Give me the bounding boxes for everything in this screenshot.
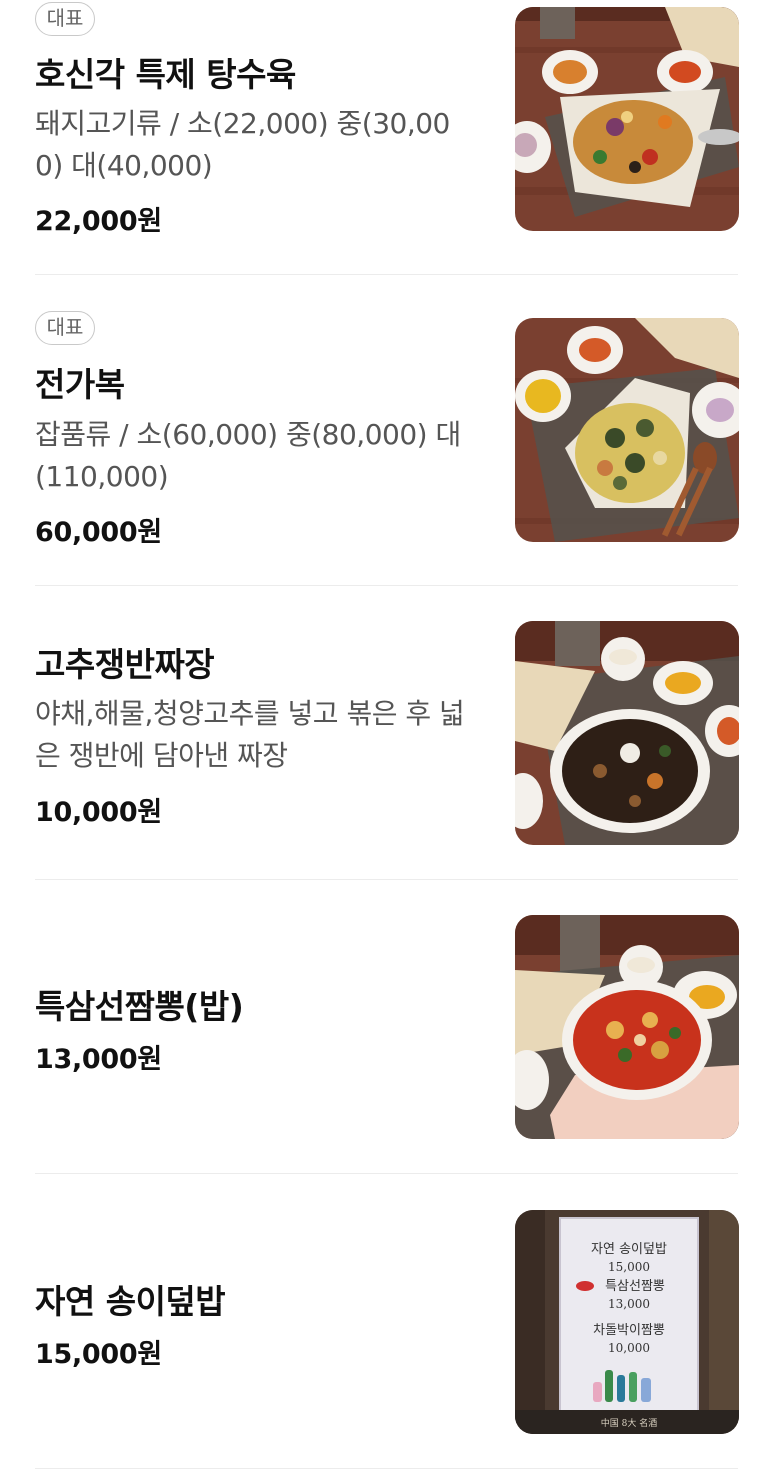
card-line-2: 특삼선짬뽕	[605, 1279, 665, 1294]
menu-item-description: 잡품류 / 소(60,000) 중(80,000) 대 (110,000)	[35, 414, 485, 498]
menu-item[interactable]: 특삼선짬뽕(밥) 13,000원	[0, 895, 773, 1175]
menu-card-photo[interactable]: 자연 송이덮밥 15,000 특삼선짬뽕 13,000 차돌박이짬뽕 10,00…	[515, 1210, 739, 1434]
jjamppong-photo[interactable]	[515, 915, 739, 1139]
menu-item-name: 특삼선짬뽕(밥)	[35, 987, 244, 1026]
card-line-3-price: 10,000	[608, 1341, 650, 1355]
signature-badge: 대표	[35, 311, 95, 345]
description-line: 0) 대(40,000)	[35, 149, 213, 182]
menu-item[interactable]: 대표 전가복 잡품류 / 소(60,000) 중(80,000) 대 (110,…	[0, 290, 773, 586]
description-line: 야채,해물,청양고추를 넣고 볶은 후 넓	[35, 697, 465, 730]
sweet-and-sour-pork-photo[interactable]	[515, 7, 739, 231]
menu-item-price: 22,000원	[35, 206, 162, 237]
description-line: (110,000)	[35, 460, 169, 493]
signature-badge: 대표	[35, 2, 95, 36]
jjajang-photo[interactable]	[515, 621, 739, 845]
menu-item-name: 호신각 특제 탕수육	[35, 55, 296, 94]
menu-item-description: 돼지고기류 / 소(22,000) 중(30,00 0) 대(40,000)	[35, 103, 485, 187]
menu-item-name: 자연 송이덮밥	[35, 1282, 226, 1321]
jeongabok-photo[interactable]	[515, 318, 739, 542]
card-footer: 中国 8大 名酒	[601, 1417, 657, 1429]
menu-item-price: 15,000원	[35, 1339, 162, 1370]
divider	[35, 879, 738, 880]
description-line: 은 쟁반에 담아낸 짜장	[35, 739, 288, 772]
menu-item[interactable]: 자연 송이덮밥 15,000원 자연 송이덮밥 15,000 특삼선짬뽕 13,…	[0, 1190, 773, 1478]
menu-item-price: 60,000원	[35, 517, 162, 548]
menu-item-name: 전가복	[35, 365, 125, 404]
menu-item-name: 고추쟁반짜장	[35, 645, 215, 684]
menu-item-description: 야채,해물,청양고추를 넣고 볶은 후 넓 은 쟁반에 담아낸 짜장	[35, 693, 485, 777]
divider	[35, 274, 738, 275]
description-line: 돼지고기류 / 소(22,000) 중(30,00	[35, 107, 450, 140]
menu-item-price: 13,000원	[35, 1044, 162, 1075]
divider	[35, 1468, 738, 1469]
card-line-2-price: 13,000	[608, 1297, 650, 1311]
divider	[35, 585, 738, 586]
description-line: 잡품류 / 소(60,000) 중(80,000) 대	[35, 418, 461, 451]
divider	[35, 1173, 738, 1174]
card-line-1: 자연 송이덮밥	[591, 1242, 667, 1257]
card-line-1-price: 15,000	[608, 1260, 650, 1274]
card-line-3: 차돌박이짬뽕	[593, 1323, 665, 1338]
menu-item[interactable]: 대표 호신각 특제 탕수육 돼지고기류 / 소(22,000) 중(30,00 …	[0, 0, 773, 275]
menu-item-price: 10,000원	[35, 797, 162, 828]
menu-item[interactable]: 고추쟁반짜장 야채,해물,청양고추를 넣고 볶은 후 넓 은 쟁반에 담아낸 짜…	[0, 600, 773, 880]
